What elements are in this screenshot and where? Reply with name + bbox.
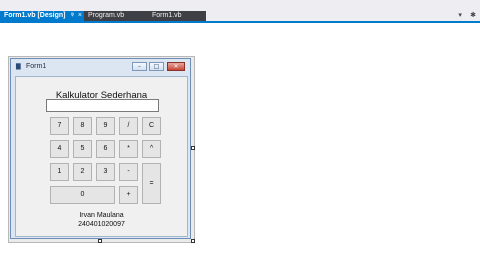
button-4[interactable]: 4 — [50, 140, 69, 158]
button-5[interactable]: 5 — [73, 140, 92, 158]
form-icon: ▇ — [16, 63, 21, 70]
designer-canvas[interactable]: ▇ Form1 – □ ✕ Kalkulator Sederhana 7 8 9… — [0, 23, 480, 270]
calculator-display[interactable] — [46, 99, 159, 112]
button-power[interactable]: ^ — [142, 140, 161, 158]
form-title-bar: ▇ Form1 – □ ✕ — [11, 59, 190, 75]
tab-tools: ▾ ✱ — [452, 11, 476, 19]
resize-handle-bottom-right[interactable] — [191, 239, 195, 243]
tab-label: Program.vb — [88, 12, 125, 19]
author-id: 240401020097 — [78, 221, 125, 228]
tab-form1-design[interactable]: Form1.vb [Design] ᵠ × — [0, 11, 84, 21]
button-subtract[interactable]: - — [119, 163, 138, 181]
button-equals[interactable]: = — [142, 163, 161, 204]
button-8[interactable]: 8 — [73, 117, 92, 135]
form-client-area: Kalkulator Sederhana 7 8 9 / C 4 5 6 * ^… — [15, 76, 188, 237]
tab-dropdown-icon[interactable]: ▾ — [458, 11, 462, 19]
button-add[interactable]: + — [119, 186, 138, 204]
button-1[interactable]: 1 — [50, 163, 69, 181]
close-button[interactable]: ✕ — [167, 62, 185, 71]
tab-form1-vb[interactable]: Form1.vb — [148, 11, 206, 21]
button-divide[interactable]: / — [119, 117, 138, 135]
form-window[interactable]: ▇ Form1 – □ ✕ Kalkulator Sederhana 7 8 9… — [10, 58, 191, 239]
button-clear[interactable]: C — [142, 117, 161, 135]
button-7[interactable]: 7 — [50, 117, 69, 135]
tab-label: Form1.vb [Design] — [4, 12, 66, 19]
button-6[interactable]: 6 — [96, 140, 115, 158]
form-title: Form1 — [26, 63, 47, 70]
button-0[interactable]: 0 — [50, 186, 115, 204]
button-3[interactable]: 3 — [96, 163, 115, 181]
pin-icon[interactable]: ᵠ — [71, 11, 74, 21]
document-tab-bar: Form1.vb [Design] ᵠ × Program.vb Form1.v… — [0, 0, 480, 24]
resize-handle-right[interactable] — [191, 146, 195, 150]
tab-program-vb[interactable]: Program.vb — [84, 11, 148, 21]
button-multiply[interactable]: * — [119, 140, 138, 158]
minimize-button[interactable]: – — [132, 62, 147, 71]
button-9[interactable]: 9 — [96, 117, 115, 135]
resize-handle-bottom[interactable] — [98, 239, 102, 243]
maximize-button[interactable]: □ — [149, 62, 164, 71]
author-name: Irvan Maulana — [79, 212, 124, 219]
close-tab-icon[interactable]: × — [78, 11, 82, 21]
tab-label: Form1.vb — [152, 12, 182, 19]
button-2[interactable]: 2 — [73, 163, 92, 181]
settings-icon[interactable]: ✱ — [470, 11, 476, 19]
